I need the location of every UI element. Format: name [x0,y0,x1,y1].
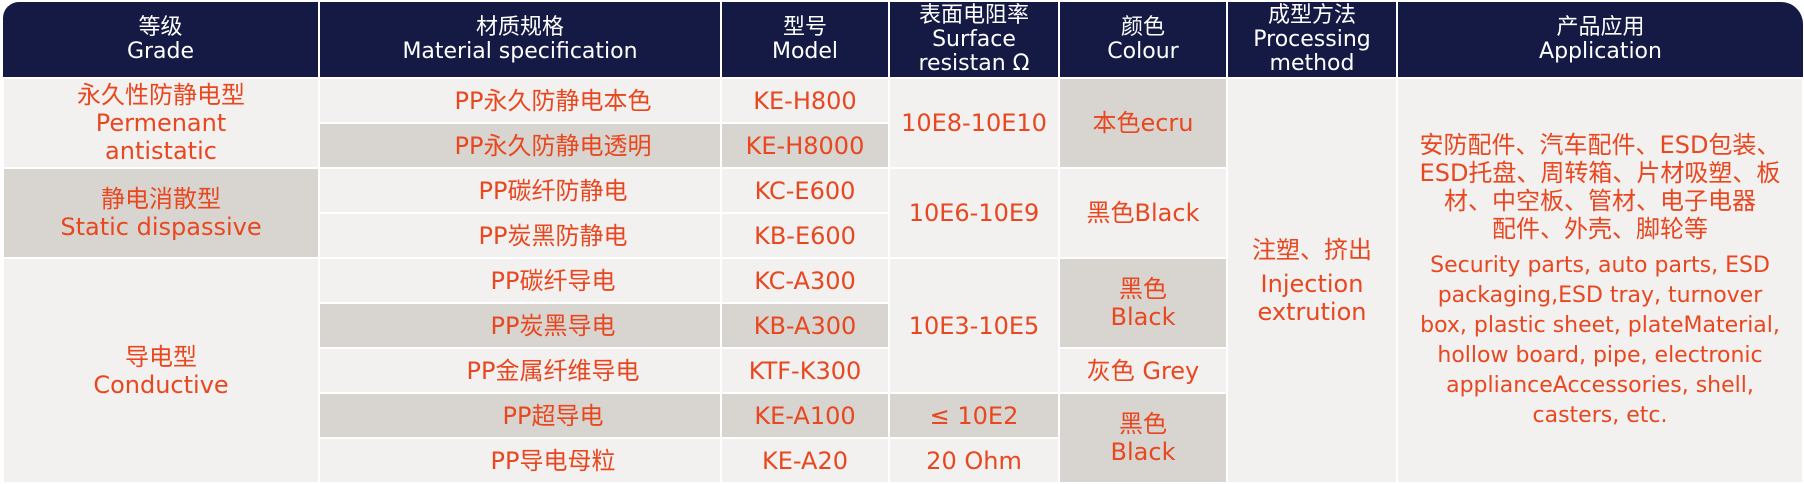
resistance-cell: 10E6-10E9 [888,167,1060,259]
material-cell: PP炭黑防静电 [318,212,722,259]
model-cell: KE-H8000 [720,122,890,169]
material-cell: PP碳纤防静电 [318,167,722,214]
header-colour: 颜色 Colour [1059,2,1228,78]
grade-permanent-antistatic: 永久性防静电型 Permenant antistatic [2,77,320,169]
model-cell: KTF-K300 [720,347,890,394]
resistance-cell: 10E3-10E5 [888,257,1060,394]
material-cell: PP永久防静电本色 [318,77,722,124]
resistance-cell: 10E8-10E10 [888,77,1060,169]
material-cell: PP金属纤维导电 [318,347,722,394]
material-cell: PP永久防静电透明 [318,122,722,169]
colour-cell: 黑色 Black [1058,392,1228,484]
grade-static-dissipative: 静电消散型 Static dispassive [2,167,320,259]
application-zh: 安防配件、汽车配件、ESD包装、 ESD托盘、周转箱、片材吸塑、板 材、中空板、… [1419,130,1781,243]
application-en: Security parts, auto parts, ESD packagin… [1420,252,1780,428]
header-application: 产品应用 Application [1397,2,1803,78]
colour-cell: 灰色 Grey [1058,347,1228,394]
colour-cell: 本色ecru [1058,77,1228,169]
header-grade: 等级 Grade [3,2,320,78]
model-cell: KC-A300 [720,257,890,304]
material-cell: PP超导电 [318,392,722,439]
header-row: 等级 Grade 材质规格 Material specification 型号 … [3,2,1803,78]
model-cell: KB-E600 [720,212,890,259]
table-row: 永久性防静电型 Permenant antistatic PP永久防静电本色 K… [2,77,1804,484]
spec-table: 等级 Grade 材质规格 Material specification 型号 … [2,2,1804,484]
model-cell: KE-A100 [720,392,890,439]
model-cell: KE-H800 [720,77,890,124]
model-cell: KE-A20 [720,437,890,484]
material-cell: PP炭黑导电 [318,302,722,349]
header-processing: 成型方法 Processing method [1227,2,1398,78]
model-cell: KC-E600 [720,167,890,214]
colour-cell: 黑色 Black [1058,257,1228,349]
grade-conductive: 导电型 Conductive [2,257,320,484]
header-material: 材质规格 Material specification [319,2,722,78]
material-cell: PP导电母粒 [318,437,722,484]
colour-cell: 黑色Black [1058,167,1228,259]
model-cell: KB-A300 [720,302,890,349]
application-cell: 安防配件、汽车配件、ESD包装、 ESD托盘、周转箱、片材吸塑、板 材、中空板、… [1396,77,1804,484]
processing-method-cell: 注塑、挤出 Injection extrution [1226,77,1398,484]
header-model: 型号 Model [721,2,890,78]
header-resistance: 表面电阻率 Surface resistan Ω [889,2,1060,78]
resistance-cell: ≤ 10E2 [888,392,1060,439]
spec-table-frame: 等级 Grade 材质规格 Material specification 型号 … [2,2,1804,484]
resistance-cell: 20 Ohm [888,437,1060,484]
material-cell: PP碳纤导电 [318,257,722,304]
